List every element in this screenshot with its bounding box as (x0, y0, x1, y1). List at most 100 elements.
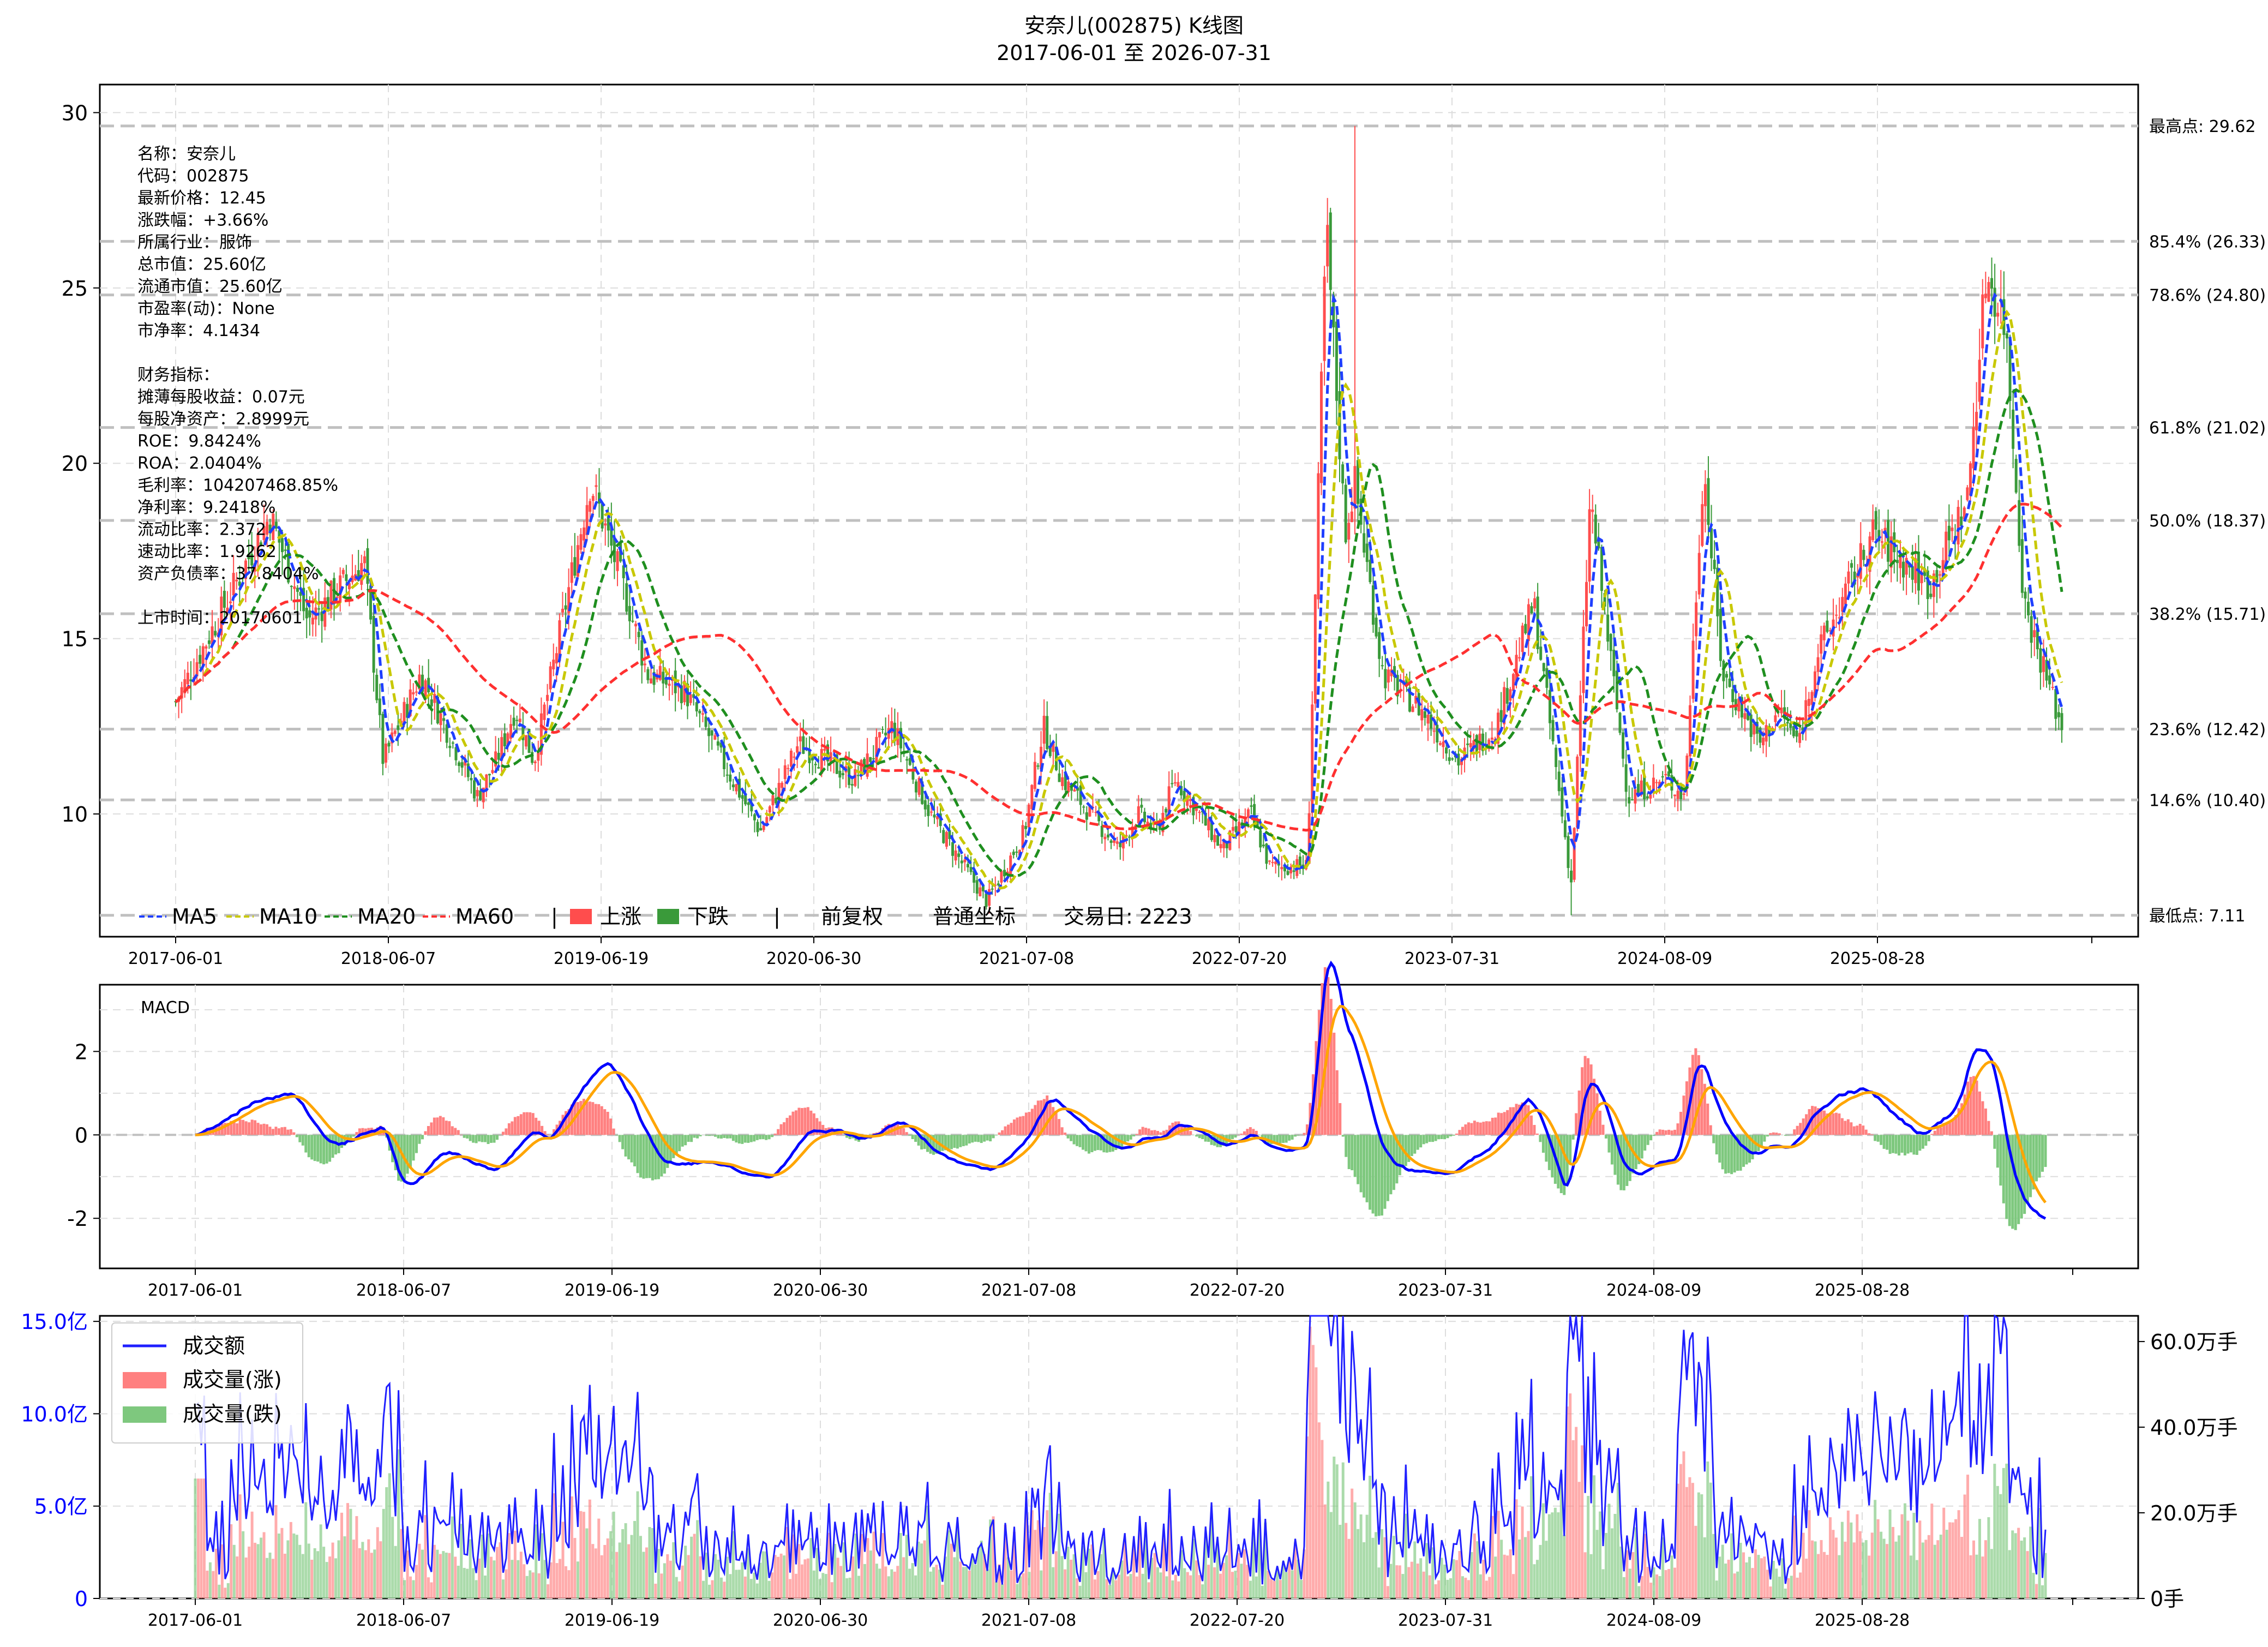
volume-bar-up (615, 1552, 619, 1598)
ma20-line (175, 388, 2063, 877)
candle-up (1280, 867, 1283, 870)
candle-down (472, 780, 476, 799)
candle-up (403, 702, 406, 723)
volume-bar-down (1141, 1573, 1144, 1598)
volume-bar-up (851, 1556, 855, 1598)
macd-bar-down (495, 1135, 499, 1140)
macd-bar-up (1004, 1126, 1007, 1135)
volume-bar-down (313, 1548, 316, 1598)
macd-bar-down (1365, 1135, 1369, 1202)
macd-bar-up (1990, 1131, 1993, 1135)
volume-bar-down (397, 1449, 400, 1598)
macd-bar-down (696, 1135, 699, 1139)
macd-bar-up (1464, 1124, 1467, 1135)
macd-bar-down (753, 1135, 756, 1142)
volume-bar-up (1936, 1540, 1940, 1598)
volume-bar-down (1201, 1584, 1204, 1598)
info-line: 上市时间：20170601 (137, 609, 303, 628)
macd-bar-up (268, 1127, 272, 1135)
volume-bar-up (519, 1552, 523, 1598)
candle-up (1816, 657, 1820, 672)
volume-bar-down (1401, 1574, 1405, 1598)
macd-bar-up (1838, 1113, 1841, 1135)
macd-bar-down (1288, 1135, 1291, 1141)
macd-bar-down (1545, 1135, 1548, 1162)
macd-x-tick-label: 2017-06-01 (148, 1281, 243, 1300)
macd-bar-up (1868, 1133, 1871, 1135)
volume-bar-up (1237, 1553, 1240, 1598)
candle-up (579, 534, 583, 550)
candle-up (1807, 698, 1810, 706)
volume-bar-up (454, 1556, 457, 1598)
price-y-tick-label: 15 (62, 627, 88, 651)
volume-bar-up (1924, 1540, 1928, 1598)
macd-bar-down (1894, 1135, 1898, 1154)
macd-bar-up (238, 1119, 242, 1135)
candle-up (363, 556, 366, 564)
candle-up (1533, 598, 1537, 609)
macd-bar-up (1527, 1105, 1530, 1135)
volume-bar-up (1966, 1475, 1970, 1598)
volume-bar-down (1335, 1464, 1339, 1598)
macd-bar-up (1012, 1119, 1016, 1135)
volume-bar-down (845, 1578, 849, 1598)
volume-bar-up (1315, 1367, 1318, 1598)
candle-up (954, 851, 957, 861)
candle-up (384, 743, 387, 763)
volume-bar-down (648, 1527, 651, 1598)
volume-bar-up (1694, 1525, 1697, 1598)
volume-bar-up (896, 1566, 899, 1598)
candle-up (1353, 466, 1357, 509)
candle-down (375, 674, 379, 700)
volume-bar-up (1760, 1558, 1763, 1598)
volume-bar-down (1850, 1522, 1853, 1598)
volume-bar-up (1455, 1560, 1458, 1598)
candle-up (1313, 594, 1317, 704)
candle-down (2057, 712, 2060, 717)
volume-bar-up (1817, 1554, 1820, 1598)
macd-bar-down (487, 1135, 490, 1144)
macd-bar-down (1070, 1135, 1073, 1141)
volume-bar-down (1440, 1558, 1443, 1598)
macd-bar-down (684, 1135, 687, 1146)
candle-down (1341, 464, 1345, 484)
macd-bar-up (591, 1102, 595, 1135)
candle-up (1420, 709, 1424, 721)
candle-down (707, 728, 711, 736)
macd-bar-down (645, 1135, 648, 1178)
macd-bar-down (1897, 1135, 1900, 1156)
macd-bar-up (1673, 1129, 1677, 1135)
macd-bar-up (519, 1114, 523, 1135)
volume-bar-up (1042, 1527, 1046, 1598)
volume-bar-up (1207, 1565, 1210, 1598)
volume-bar-down (466, 1568, 469, 1598)
macd-x-tick-label: 2022-07-20 (1190, 1281, 1285, 1300)
candle-down (317, 608, 321, 610)
candle-down (1710, 528, 1713, 559)
candle-up (1033, 762, 1036, 789)
macd-bar-down (1291, 1135, 1294, 1140)
volume-bar-down (1363, 1542, 1366, 1598)
candle-down (1542, 663, 1545, 672)
volume-bar-up (244, 1557, 248, 1598)
candle-down (1606, 614, 1610, 642)
macd-bar-down (1353, 1135, 1357, 1177)
macd-bar-down (1892, 1135, 1895, 1153)
macd-bar-down (1084, 1135, 1088, 1152)
macd-bar-down (687, 1135, 690, 1142)
candle-down (975, 880, 979, 894)
candle-down (1795, 730, 1798, 737)
macd-bar-down (1909, 1135, 1912, 1153)
candle-down (1615, 670, 1618, 710)
candle-down (646, 669, 650, 680)
candle-up (1173, 782, 1177, 784)
macd-bar-up (1601, 1124, 1605, 1135)
volume-bar-up (196, 1478, 200, 1598)
volume-bar-up (1808, 1510, 1811, 1598)
macd-bar-down (1076, 1135, 1079, 1146)
fib-level-label: 78.6% (24.80) (2149, 286, 2266, 306)
macd-bar-up (1822, 1110, 1826, 1135)
price-y-tick-label: 25 (62, 277, 88, 301)
macd-bar-down (699, 1135, 702, 1136)
volume-bar-up (959, 1561, 962, 1598)
